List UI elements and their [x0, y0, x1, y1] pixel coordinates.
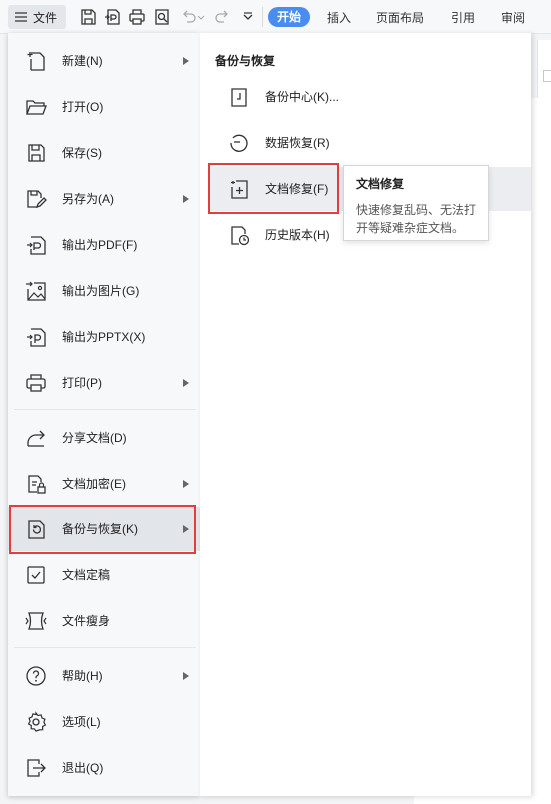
menu-item-export-image[interactable]: 输出为图片(G) [8, 269, 200, 313]
slim-icon [25, 610, 47, 632]
options-gear-icon [25, 711, 47, 733]
menu-item-share[interactable]: 分享文档(D) [8, 416, 200, 460]
ribbon-edge [537, 40, 551, 98]
share-icon [25, 427, 47, 449]
save-icon [25, 142, 47, 164]
submenu-item-data-recovery[interactable]: 数据恢复(R) [210, 121, 531, 165]
undo-icon[interactable] [180, 8, 198, 26]
backup-restore-submenu: 备份与恢复 备份中心(K)... 数据恢复(R) 文档修复(F) 历史版本(H) [200, 33, 531, 796]
save-icon[interactable] [79, 8, 97, 26]
top-toolbar: 文件 开始 插入 页面布局 引用 审阅 [0, 0, 551, 34]
redo-icon[interactable] [213, 8, 231, 26]
menu-item-export-pptx[interactable]: 输出为PPTX(X) [8, 315, 200, 359]
menu-item-save[interactable]: 保存(S) [8, 131, 200, 175]
data-recovery-icon [228, 132, 250, 154]
menu-icon [14, 11, 28, 23]
new-file-icon [25, 50, 47, 72]
tab-review[interactable]: 审阅 [501, 9, 525, 26]
tooltip-title: 文档修复 [356, 177, 405, 191]
print-icon [25, 372, 47, 394]
history-version-icon [228, 224, 250, 246]
encrypt-icon [25, 473, 47, 495]
tab-page-layout[interactable]: 页面布局 [376, 9, 424, 26]
print-preview-icon[interactable] [153, 8, 171, 26]
exit-icon [25, 757, 47, 779]
more-icon[interactable] [239, 8, 257, 26]
tooltip-desc-line2: 开等疑难杂症文档。 [356, 221, 465, 235]
menu-item-finalize[interactable]: 文档定稿 [8, 553, 200, 597]
menu-item-options[interactable]: 选项(L) [8, 700, 200, 744]
document-repair-tooltip: 文档修复 快速修复乱码、无法打 开等疑难杂症文档。 [343, 165, 489, 241]
file-menu: 新建(N) 打开(O) 保存(S) 另存为(A) 输出为PDF(F) 输出为图片… [8, 33, 200, 796]
menu-item-slim[interactable]: 文件瘦身 [8, 599, 200, 643]
submenu-title: 备份与恢复 [215, 54, 276, 68]
chevron-right-icon [183, 57, 189, 65]
menu-item-open[interactable]: 打开(O) [8, 85, 200, 129]
tooltip-desc-line1: 快速修复乱码、无法打 [356, 203, 477, 217]
menu-item-export-pdf[interactable]: 输出为PDF(F) [8, 223, 200, 267]
undo-dropdown-icon[interactable] [197, 8, 205, 26]
tab-home[interactable]: 开始 [268, 7, 310, 27]
menu-item-save-as[interactable]: 另存为(A) [8, 177, 200, 221]
submenu-item-backup-center[interactable]: 备份中心(K)... [210, 75, 531, 119]
highlight-box-backup [9, 505, 196, 554]
finalize-icon [25, 564, 47, 586]
tab-insert[interactable]: 插入 [327, 9, 351, 26]
pptx-icon [25, 326, 47, 348]
menu-item-exit[interactable]: 退出(Q) [8, 746, 200, 790]
menu-item-encrypt[interactable]: 文档加密(E) [8, 462, 200, 506]
menu-item-print[interactable]: 打印(P) [8, 361, 200, 405]
help-icon [25, 665, 47, 687]
menu-item-new[interactable]: 新建(N) [8, 39, 200, 83]
chevron-right-icon [183, 672, 189, 680]
chevron-right-icon [183, 480, 189, 488]
tooltip-description: 快速修复乱码、无法打 开等疑难杂症文档。 [356, 201, 476, 237]
chevron-right-icon [183, 195, 189, 203]
file-menu-label: 文件 [33, 10, 58, 25]
image-icon [25, 280, 47, 302]
toolbar-separator [262, 7, 263, 27]
highlight-box-document-repair [208, 163, 339, 214]
pdf-icon [25, 234, 47, 256]
folder-icon [25, 96, 47, 118]
ribbon-control[interactable] [543, 70, 551, 82]
menu-item-help[interactable]: 帮助(H) [8, 654, 200, 698]
menu-divider [14, 647, 196, 648]
file-menu-button[interactable]: 文件 [8, 5, 66, 29]
tab-references[interactable]: 引用 [451, 9, 475, 26]
backup-center-icon [228, 86, 250, 108]
menu-divider [14, 409, 196, 410]
print-icon[interactable] [128, 8, 146, 26]
chevron-right-icon [183, 379, 189, 387]
export-pdf-icon[interactable] [104, 8, 122, 26]
save-as-icon [25, 188, 47, 210]
